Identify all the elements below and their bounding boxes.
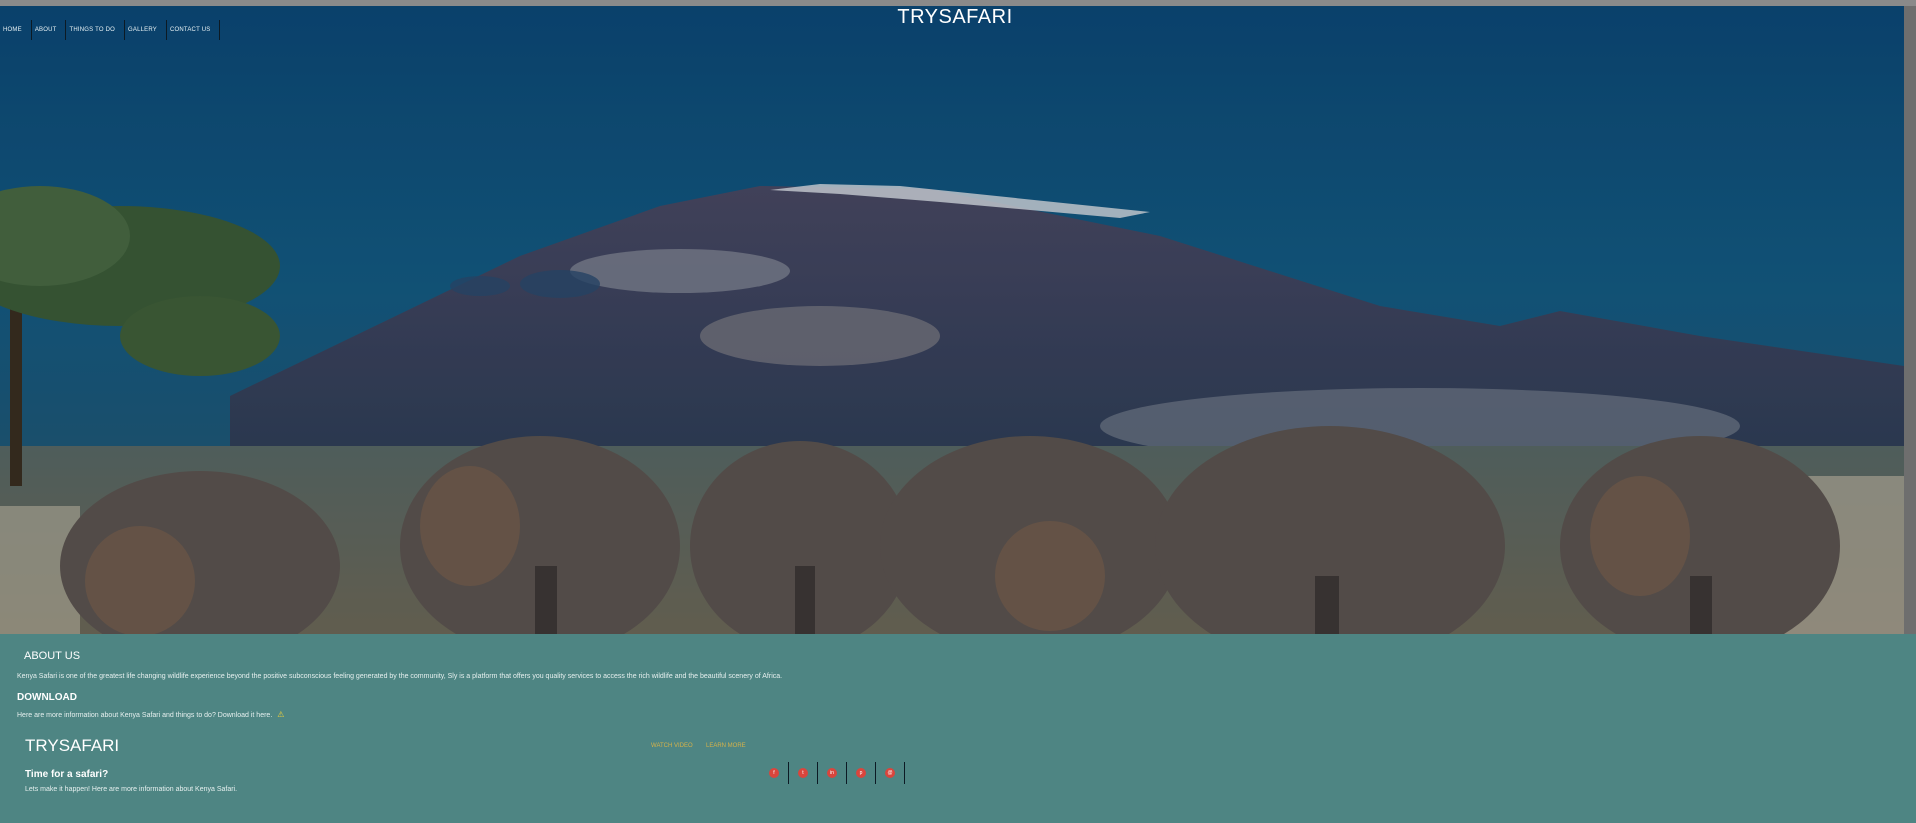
main-nav: HOME ABOUT THINGS TO DO GALLERY CONTACT … [0, 20, 221, 40]
facebook-link[interactable]: f [760, 762, 789, 784]
twitter-link[interactable]: t [789, 762, 818, 784]
about-paragraph: Kenya Safari is one of the greatest life… [17, 673, 783, 680]
site-title: TRYSAFARI [897, 6, 1013, 28]
nav-about[interactable]: ABOUT [32, 20, 67, 40]
linkedin-link[interactable]: in [818, 762, 847, 784]
watch-video-link[interactable]: WATCH VIDEO [651, 743, 693, 749]
about-heading: ABOUT US [24, 650, 81, 662]
email-icon: @ [885, 768, 895, 778]
learn-more-link[interactable]: LEARN MORE [706, 743, 746, 749]
linkedin-icon: in [827, 768, 837, 778]
nav-contact-us[interactable]: CONTACT US [167, 20, 221, 40]
footer-tagline: Time for a safari? [25, 769, 109, 780]
facebook-icon: f [769, 768, 779, 778]
about-section [0, 634, 1916, 823]
nav-things-to-do[interactable]: THINGS TO DO [66, 20, 126, 40]
download-paragraph: Here are more information about Kenya Sa… [17, 710, 284, 719]
pinterest-link[interactable]: p [847, 762, 876, 784]
pinterest-icon: p [856, 768, 866, 778]
download-text: Here are more information about Kenya Sa… [17, 712, 273, 719]
download-heading: DOWNLOAD [17, 692, 77, 703]
hero-banner [0, 6, 1904, 634]
email-link[interactable]: @ [876, 762, 905, 784]
twitter-icon: t [798, 768, 808, 778]
social-links: f t in p @ [760, 762, 905, 784]
kilimanjaro-elephants-image [0, 6, 1904, 634]
download-warning-icon[interactable]: ⚠ [277, 710, 284, 719]
footer-text: Lets make it happen! Here are more infor… [25, 786, 238, 793]
nav-home[interactable]: HOME [0, 20, 32, 40]
scrollbar-edge [1904, 6, 1916, 634]
nav-gallery[interactable]: GALLERY [125, 20, 167, 40]
footer-brand: TRYSAFARI [25, 736, 120, 755]
